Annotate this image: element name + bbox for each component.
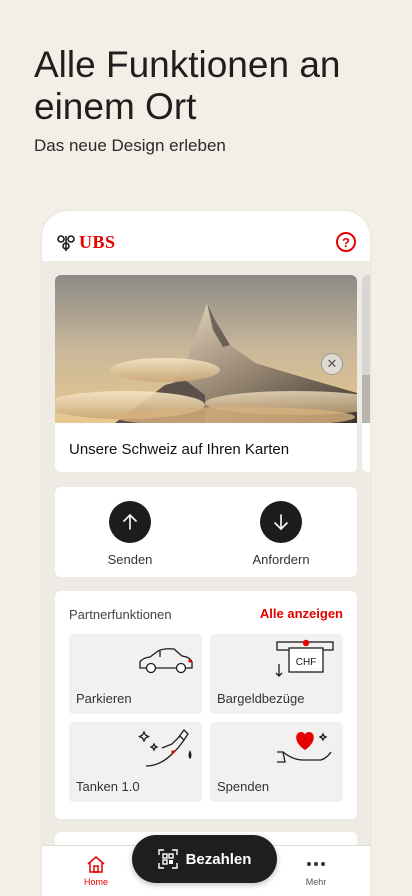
tab-home[interactable]: Home — [66, 854, 126, 887]
promo-title: Alle Funktionen an einem Ort — [34, 44, 341, 127]
tab-home-label: Home — [83, 877, 108, 887]
help-button[interactable]: ? — [336, 232, 356, 252]
request-button[interactable]: Anfordern — [231, 501, 331, 567]
show-all-link[interactable]: Alle anzeigen — [260, 606, 343, 621]
next-card-image — [362, 275, 370, 423]
heart-hand-icon — [277, 732, 332, 763]
tile-label: Tanken 1.0 — [76, 779, 140, 794]
close-icon[interactable]: ✕ — [321, 353, 343, 375]
tile-cash[interactable]: CHF Bargeldbezüge — [210, 634, 343, 714]
keys-logo-icon — [57, 234, 75, 251]
partners-title: Partnerfunktionen — [69, 607, 172, 622]
tile-parking[interactable]: Parkieren — [69, 634, 202, 714]
send-button[interactable]: Senden — [80, 501, 180, 567]
app-header: UBS ? — [42, 211, 370, 261]
tab-more-label: Mehr — [305, 877, 327, 887]
tile-donate[interactable]: Spenden — [210, 722, 343, 802]
pay-label: Bezahlen — [185, 850, 252, 868]
atm-chf-icon: CHF — [275, 639, 334, 677]
home-icon — [87, 856, 105, 873]
brand-name: UBS — [79, 232, 116, 252]
pay-button[interactable]: Bezahlen — [132, 835, 277, 883]
send-label: Senden — [107, 552, 153, 567]
ubs-logo: UBS — [56, 232, 116, 253]
arrow-down-icon — [260, 501, 302, 543]
hero-caption: Unsere Schweiz auf Ihren Karten — [69, 441, 290, 458]
tile-label: Bargeldbezüge — [217, 691, 305, 706]
next-carousel-card[interactable] — [362, 275, 370, 472]
matterhorn-image — [55, 275, 357, 423]
promo-subtitle: Das neue Design erleben — [34, 136, 226, 155]
phone-frame: UBS ? ✕ Unsere Schweiz auf Ihren Karten … — [42, 211, 370, 896]
fuel-pump-icon — [138, 729, 192, 767]
tile-fuel[interactable]: Tanken 1.0 — [69, 722, 202, 802]
tile-label: Parkieren — [76, 691, 132, 706]
qr-code-icon — [157, 849, 178, 869]
more-dots-icon — [307, 862, 325, 866]
tab-more[interactable]: Mehr — [286, 854, 346, 887]
request-label: Anfordern — [252, 552, 310, 567]
partner-functions-card: Partnerfunktionen Alle anzeigen Parkiere… — [55, 591, 357, 819]
tile-label: Spenden — [217, 779, 270, 794]
car-icon — [139, 648, 193, 674]
hero-card[interactable]: ✕ Unsere Schweiz auf Ihren Karten — [55, 275, 357, 472]
transfer-actions-card: Senden Anfordern — [55, 487, 357, 577]
chf-text: CHF — [296, 657, 317, 668]
arrow-up-icon — [109, 501, 151, 543]
